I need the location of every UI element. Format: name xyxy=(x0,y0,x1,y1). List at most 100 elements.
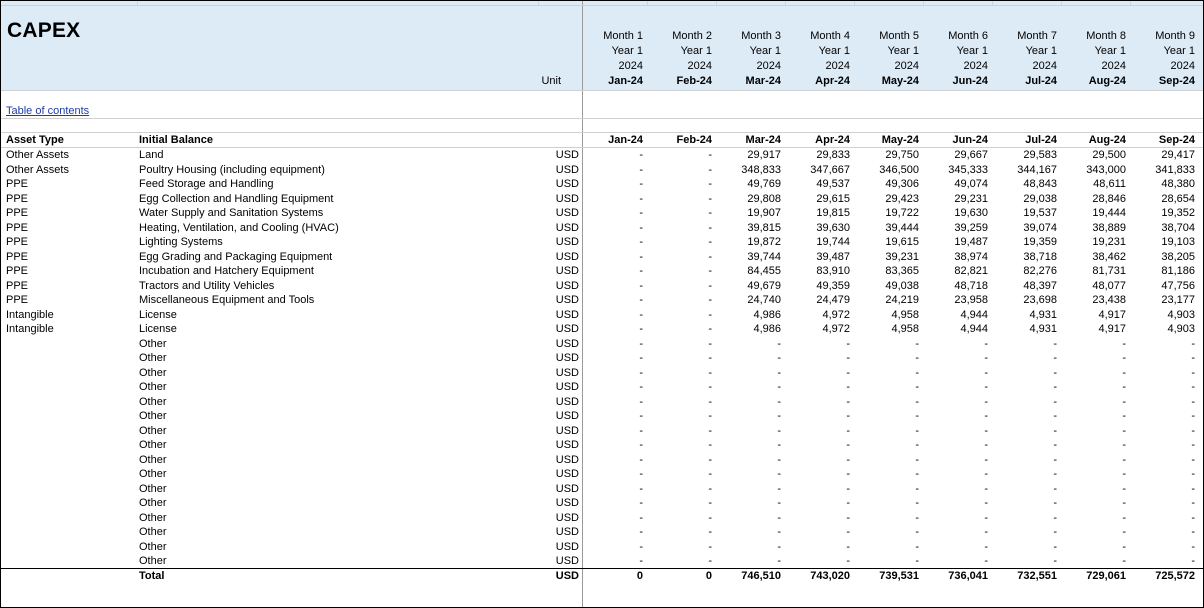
value-cell: - xyxy=(1122,555,1126,567)
asset-type-cell: PPE xyxy=(6,236,29,248)
unit-column-header: Unit xyxy=(541,75,561,87)
value-cell: - xyxy=(708,381,712,393)
value-cell: - xyxy=(1191,381,1195,393)
month-date: Sep-24 xyxy=(1158,75,1195,87)
value-cell: 29,500 xyxy=(1092,149,1126,161)
value-cell: - xyxy=(708,250,712,263)
unit-cell: USD xyxy=(555,250,579,263)
value-cell: - xyxy=(984,337,988,350)
value-cell: - xyxy=(1191,540,1195,553)
value-cell: - xyxy=(639,279,643,292)
value-cell: - xyxy=(1191,424,1195,437)
value-cell: - xyxy=(1053,482,1057,495)
value-cell: - xyxy=(1053,468,1057,480)
value-cell: - xyxy=(639,540,643,553)
value-cell: - xyxy=(915,352,919,364)
value-cell: - xyxy=(708,149,712,161)
table-row: Other USD - - - - - - - - - xyxy=(1,453,1203,468)
month-date: Jan-24 xyxy=(608,75,643,87)
value-cell: 4,972 xyxy=(822,323,850,335)
month-number: Month 6 xyxy=(948,30,988,42)
value-cell: - xyxy=(915,497,919,509)
value-cell: - xyxy=(984,468,988,480)
value-cell: 4,931 xyxy=(1029,308,1057,321)
value-cell: 29,417 xyxy=(1161,149,1195,161)
value-cell: - xyxy=(846,395,850,408)
asset-type-cell: Other Assets xyxy=(6,163,69,176)
value-cell: 47,756 xyxy=(1161,279,1195,292)
month-header: Month 9 Year 1 2024 Sep-24 xyxy=(1129,29,1195,89)
date-column-header: Jan-24 xyxy=(608,134,643,146)
asset-name-cell: Other xyxy=(139,352,167,364)
table-of-contents-link[interactable]: Table of contents xyxy=(6,105,89,117)
value-cell: 29,808 xyxy=(747,192,781,205)
column-header-row: Asset Type Initial Balance Jan-24 Feb-24 Mar… xyxy=(1,133,1203,148)
value-cell: 49,359 xyxy=(816,279,850,292)
asset-type-cell: PPE xyxy=(6,178,29,190)
value-cell: - xyxy=(846,381,850,393)
value-cell: 39,744 xyxy=(747,250,781,263)
value-cell: 4,944 xyxy=(960,308,988,321)
value-cell: 19,359 xyxy=(1023,236,1057,248)
value-cell: - xyxy=(777,337,781,350)
value-cell: - xyxy=(708,294,712,306)
month-number: Month 9 xyxy=(1155,30,1195,42)
value-cell: 19,444 xyxy=(1092,207,1126,219)
month-header: Month 6 Year 1 2024 Jun-24 xyxy=(922,29,988,89)
value-cell: - xyxy=(777,468,781,480)
value-cell: 343,000 xyxy=(1086,163,1126,176)
unit-cell: USD xyxy=(555,497,579,509)
asset-name-cell: Tractors and Utility Vehicles xyxy=(139,279,275,292)
value-cell: - xyxy=(639,410,643,422)
unit-cell: USD xyxy=(555,337,579,350)
value-cell: - xyxy=(1053,526,1057,538)
value-cell: - xyxy=(846,424,850,437)
value-cell: - xyxy=(639,221,643,234)
unit-cell: USD xyxy=(555,207,579,219)
value-cell: - xyxy=(1122,395,1126,408)
table-row: PPE Water Supply and Sanitation Systems US… xyxy=(1,206,1203,221)
value-cell: - xyxy=(915,410,919,422)
value-cell: 81,731 xyxy=(1092,265,1126,277)
asset-type-cell: PPE xyxy=(6,265,29,277)
value-cell: - xyxy=(777,540,781,553)
value-cell: - xyxy=(708,482,712,495)
value-cell: - xyxy=(639,439,643,451)
value-cell: - xyxy=(1122,526,1126,538)
value-cell: - xyxy=(708,207,712,219)
value-cell: - xyxy=(777,511,781,524)
month-number: Month 3 xyxy=(741,30,781,42)
table-row: Other USD - - - - - - - - - xyxy=(1,511,1203,526)
value-cell: 725,572 xyxy=(1155,569,1195,582)
value-cell: - xyxy=(984,511,988,524)
value-cell: - xyxy=(1122,540,1126,553)
value-cell: 743,020 xyxy=(810,569,850,582)
value-cell: - xyxy=(1191,439,1195,451)
value-cell: - xyxy=(708,308,712,321)
value-cell: 49,679 xyxy=(747,279,781,292)
asset-name-cell: Other xyxy=(139,468,167,480)
value-cell: - xyxy=(639,163,643,176)
asset-name-cell: Other xyxy=(139,526,167,538)
value-cell: - xyxy=(639,149,643,161)
value-cell: - xyxy=(1053,424,1057,437)
value-cell: - xyxy=(915,381,919,393)
year-label: Year 1 xyxy=(887,45,919,57)
value-cell: - xyxy=(777,410,781,422)
asset-type-cell: PPE xyxy=(6,207,29,219)
value-cell: - xyxy=(1191,526,1195,538)
table-row: Other USD - - - - - - - - - xyxy=(1,395,1203,410)
value-cell: - xyxy=(639,395,643,408)
fiscal-year: 2024 xyxy=(1170,60,1195,72)
value-cell: - xyxy=(984,482,988,495)
value-cell: - xyxy=(708,178,712,190)
value-cell: - xyxy=(639,468,643,480)
value-cell: - xyxy=(708,337,712,350)
month-number: Month 4 xyxy=(810,30,850,42)
asset-name-cell: Water Supply and Sanitation Systems xyxy=(139,207,324,219)
value-cell: 48,611 xyxy=(1093,178,1126,190)
value-cell: - xyxy=(984,540,988,553)
unit-cell: USD xyxy=(555,352,579,364)
value-cell: - xyxy=(1122,511,1126,524)
value-cell: 48,397 xyxy=(1023,279,1057,292)
